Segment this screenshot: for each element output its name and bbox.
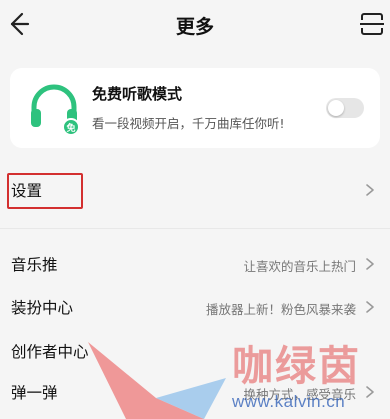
chevron-right-icon: [366, 184, 374, 196]
row-label: 音乐推: [11, 256, 58, 274]
row-music-promote[interactable]: 音乐推 让喜欢的音乐上热门: [0, 244, 390, 284]
chevron-right-icon: [366, 301, 374, 313]
free-mode-card[interactable]: 免 免费听歌模式 看一段视频开启，千万曲库任你听!: [10, 68, 380, 148]
free-badge: 免: [66, 122, 75, 134]
row-value: 让喜欢的音乐上热门: [243, 259, 356, 274]
row-label: 设置: [11, 182, 43, 200]
row-value: 播放器上新！粉色风暴来袭: [205, 302, 356, 317]
row-dressup-center[interactable]: 装扮中心 播放器上新！粉色风暴来袭: [0, 287, 390, 327]
headphones-icon: 免: [31, 84, 80, 136]
chevron-right-icon: [366, 258, 374, 270]
row-value: 换种方式，感受音乐: [243, 387, 356, 402]
row-tan-yi-tan[interactable]: 弹一弹 换种方式，感受音乐: [0, 372, 390, 412]
row-settings[interactable]: 设置: [0, 170, 390, 210]
divider: [0, 228, 390, 229]
free-mode-subtitle: 看一段视频开启，千万曲库任你听!: [92, 116, 285, 131]
free-mode-title: 免费听歌模式: [92, 85, 183, 103]
header-bar: 更多: [0, 0, 390, 50]
free-mode-toggle[interactable]: [326, 98, 364, 118]
toggle-knob: [328, 100, 344, 116]
row-label: 创作者中心: [11, 343, 89, 361]
row-label: 装扮中心: [11, 299, 74, 317]
page-title: 更多: [175, 16, 214, 38]
row-label: 弹一弹: [11, 384, 58, 402]
scan-icon[interactable]: [358, 10, 386, 38]
row-creator-center[interactable]: 创作者中心: [0, 331, 390, 371]
chevron-right-icon: [366, 386, 374, 398]
